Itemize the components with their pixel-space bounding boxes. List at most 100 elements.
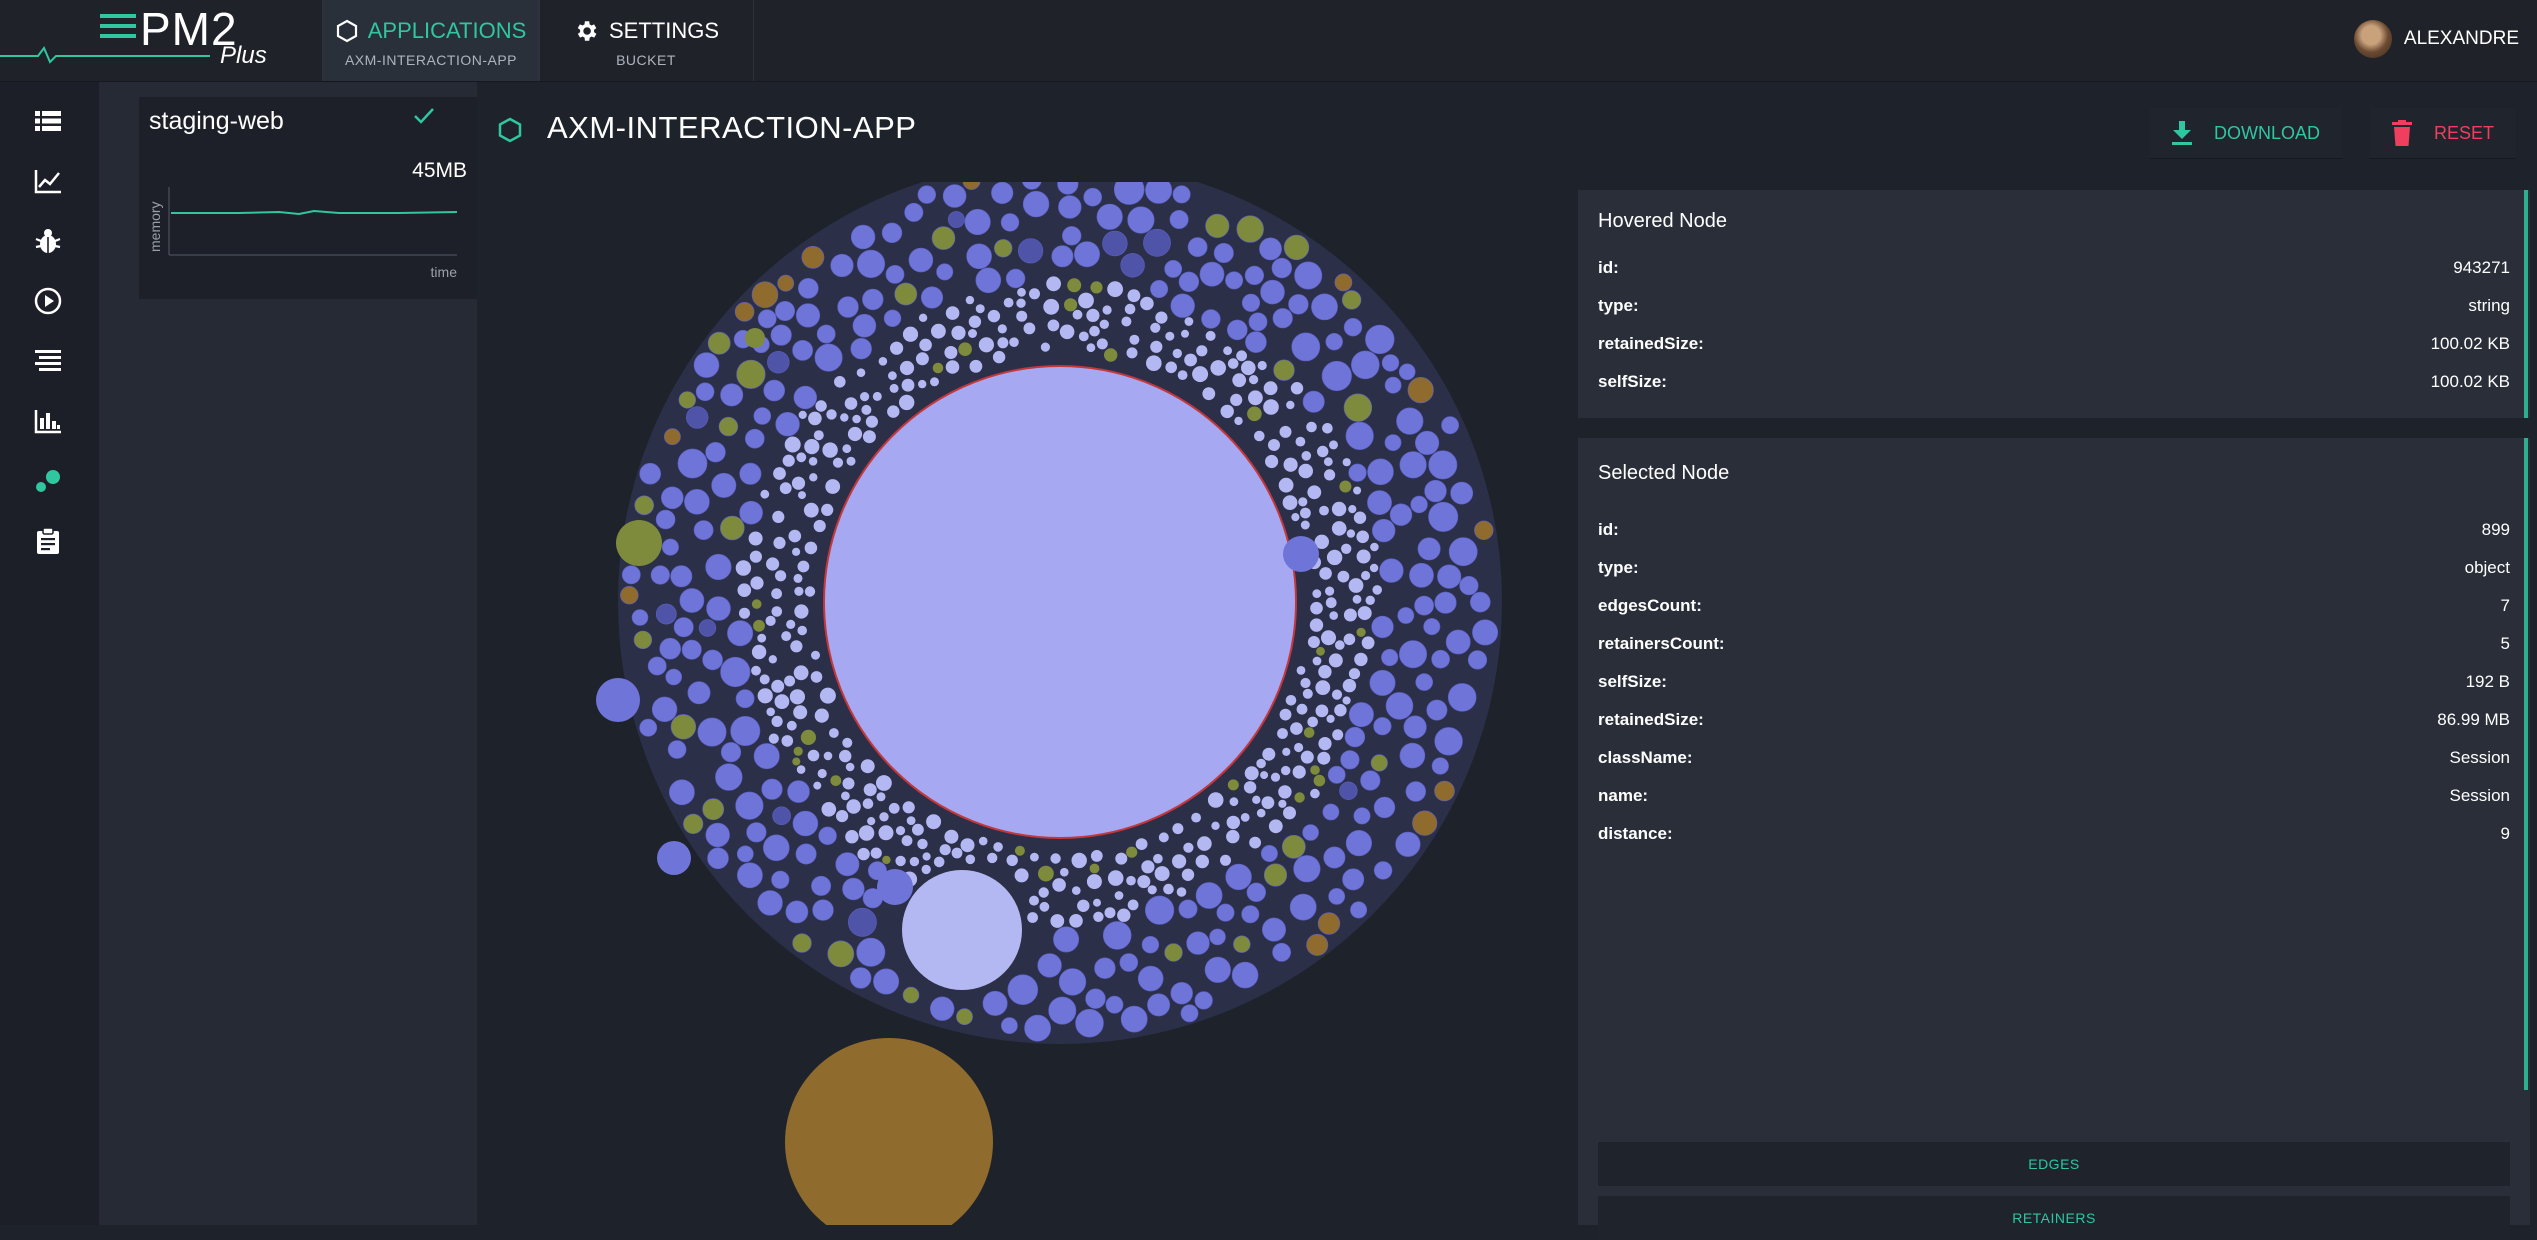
heap-node[interactable]: [1303, 727, 1315, 738]
heap-node[interactable]: [1067, 278, 1082, 293]
heap-node[interactable]: [1405, 781, 1426, 802]
heap-node[interactable]: [1356, 530, 1369, 544]
heap-node[interactable]: [827, 940, 855, 968]
heap-node[interactable]: [1137, 965, 1164, 992]
heap-node[interactable]: [1150, 340, 1163, 353]
heap-node[interactable]: [736, 359, 766, 389]
heap-node[interactable]: [1293, 855, 1321, 883]
heap-node[interactable]: [1365, 324, 1395, 355]
heap-node[interactable]: [1061, 226, 1082, 246]
heap-node[interactable]: [1325, 333, 1343, 351]
heap-node[interactable]: [1339, 480, 1352, 493]
heap-node[interactable]: [1204, 956, 1231, 983]
heap-node[interactable]: [1223, 346, 1232, 356]
heap-node[interactable]: [1135, 838, 1148, 850]
heap-node[interactable]: [683, 813, 704, 835]
heap-node[interactable]: [857, 847, 870, 861]
heap-node[interactable]: [1384, 376, 1402, 394]
heap-node[interactable]: [1064, 298, 1078, 312]
heap-node[interactable]: [1014, 845, 1025, 856]
heap-node[interactable]: [668, 779, 695, 806]
heap-node[interactable]: [1104, 348, 1118, 362]
heap-node[interactable]: [1373, 861, 1393, 880]
heap-node[interactable]: [810, 671, 823, 683]
heap-node[interactable]: [784, 675, 796, 687]
heap-node[interactable]: [992, 350, 1006, 364]
heap-node[interactable]: [1324, 469, 1336, 481]
heap-node[interactable]: [686, 406, 709, 429]
heap-node[interactable]: [850, 967, 872, 989]
heap-node[interactable]: [1172, 348, 1182, 359]
heap-node[interactable]: [1417, 537, 1441, 561]
heap-node[interactable]: [845, 830, 859, 844]
heap-node[interactable]: [768, 733, 779, 744]
heap-node[interactable]: [1278, 785, 1292, 799]
heap-node[interactable]: [1099, 319, 1109, 329]
heap-node[interactable]: [1170, 293, 1195, 318]
heap-node[interactable]: [1089, 863, 1100, 874]
heap-node[interactable]: [1016, 310, 1028, 322]
heap-node[interactable]: [1316, 646, 1325, 656]
heap-node[interactable]: [774, 301, 795, 322]
heap-node[interactable]: [1343, 393, 1373, 422]
heap-node[interactable]: [650, 565, 670, 585]
heap-node[interactable]: [1396, 407, 1424, 435]
heap-node[interactable]: [1073, 241, 1100, 268]
heap-node[interactable]: [939, 844, 951, 856]
heap-node[interactable]: [951, 847, 963, 859]
heap-node[interactable]: [639, 462, 661, 485]
heap-node[interactable]: [1326, 549, 1343, 566]
heap-node[interactable]: [1030, 852, 1039, 862]
heap-node[interactable]: [1252, 795, 1261, 804]
heap-node[interactable]: [1395, 831, 1421, 857]
heap-node[interactable]: [1310, 765, 1320, 775]
heap-node[interactable]: [1283, 536, 1319, 572]
heap-node[interactable]: [887, 405, 900, 418]
heap-node[interactable]: [1311, 293, 1338, 321]
heap-node[interactable]: [1119, 953, 1139, 972]
heap-node[interactable]: [735, 791, 764, 820]
heap-node[interactable]: [858, 825, 875, 841]
heap-node[interactable]: [862, 288, 884, 311]
heap-node[interactable]: [863, 783, 877, 797]
heap-node[interactable]: [1367, 490, 1392, 516]
heap-node[interactable]: [1124, 303, 1136, 315]
heap-node[interactable]: [1312, 656, 1322, 666]
heap-node[interactable]: [902, 986, 920, 1004]
heap-node[interactable]: [852, 313, 877, 338]
process-card[interactable]: staging-web 45MB memory time: [139, 97, 477, 299]
heap-node[interactable]: [1356, 549, 1371, 564]
heap-node[interactable]: [1329, 611, 1338, 620]
heap-node[interactable]: [844, 397, 858, 410]
heap-node[interactable]: [894, 282, 918, 306]
heap-node[interactable]: [794, 586, 804, 596]
heap-node[interactable]: [1201, 309, 1221, 329]
heap-node[interactable]: [751, 599, 762, 609]
heap-node[interactable]: [762, 834, 790, 862]
heap-node[interactable]: [1240, 813, 1250, 822]
heap-node[interactable]: [789, 689, 805, 705]
heap-node[interactable]: [808, 411, 822, 426]
heap-node[interactable]: [821, 802, 837, 817]
heap-node[interactable]: [1169, 209, 1189, 229]
heap-node[interactable]: [1069, 914, 1083, 928]
heap-node[interactable]: [1001, 1017, 1018, 1035]
heap-node[interactable]: [1037, 953, 1062, 978]
heap-node[interactable]: [1256, 758, 1266, 769]
heap-node[interactable]: [918, 313, 928, 322]
heap-node[interactable]: [862, 430, 876, 444]
heap-node[interactable]: [1339, 781, 1358, 800]
heap-node[interactable]: [1343, 633, 1356, 646]
heap-node[interactable]: [1009, 337, 1019, 347]
heap-node[interactable]: [707, 331, 731, 355]
heap-node[interactable]: [1254, 430, 1265, 442]
heap-node[interactable]: [1321, 360, 1352, 392]
heap-node[interactable]: [1126, 846, 1138, 858]
heap-node[interactable]: [1117, 908, 1131, 922]
heap-node[interactable]: [1178, 899, 1198, 919]
heap-node[interactable]: [1236, 350, 1247, 362]
heap-node[interactable]: [1071, 852, 1087, 869]
heap-node[interactable]: [1343, 318, 1363, 337]
heap-node[interactable]: [1415, 673, 1434, 691]
heap-node[interactable]: [1300, 677, 1311, 689]
